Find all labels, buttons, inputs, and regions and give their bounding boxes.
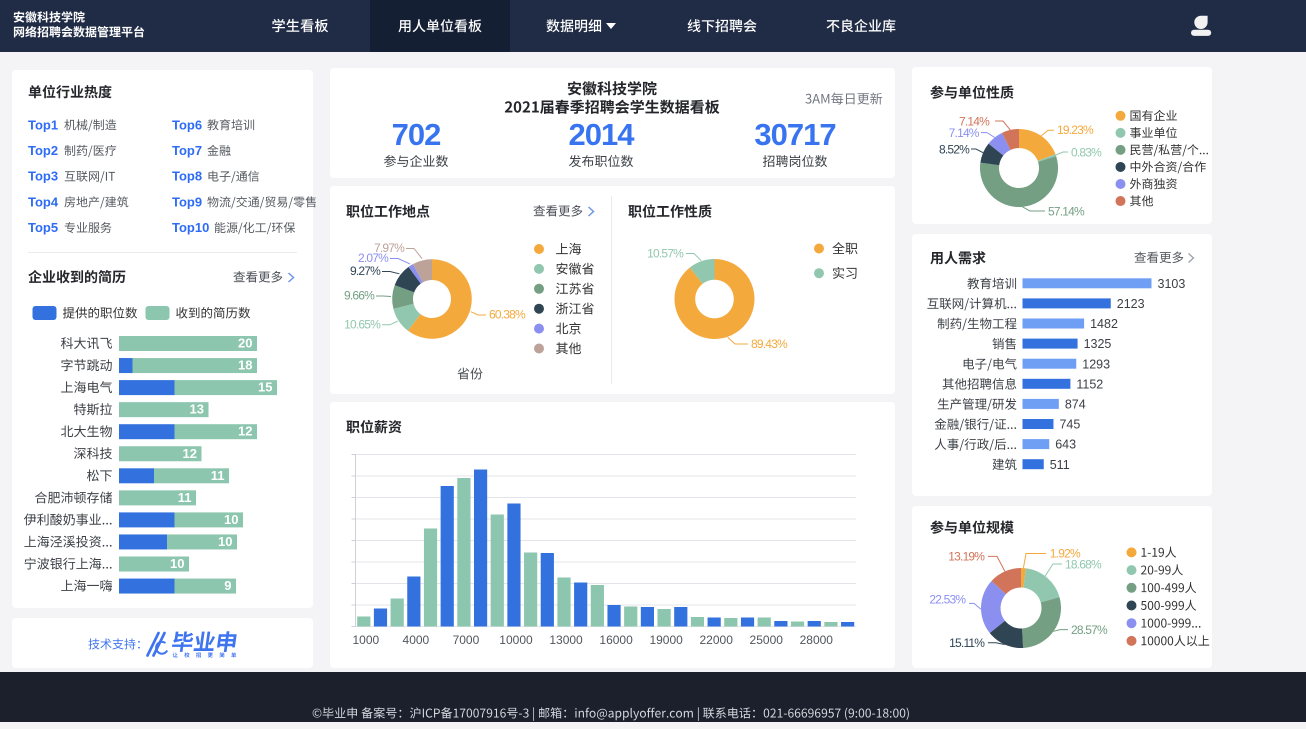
svg-text:1325: 1325 — [1084, 337, 1112, 351]
svg-text:28000: 28000 — [800, 633, 834, 647]
svg-text:19.23%: 19.23% — [1057, 123, 1094, 137]
svg-text:3103: 3103 — [1158, 277, 1186, 291]
svg-text:16000: 16000 — [599, 633, 633, 647]
svg-text:13000: 13000 — [549, 633, 583, 647]
svg-text:0.83%: 0.83% — [1071, 145, 1102, 159]
svg-text:18.68%: 18.68% — [1065, 557, 1102, 571]
svg-text:2123: 2123 — [1117, 297, 1145, 311]
svg-text:11: 11 — [211, 468, 225, 483]
svg-text:22.53%: 22.53% — [929, 592, 966, 606]
svg-text:13: 13 — [190, 402, 204, 417]
svg-text:Top4: Top4 — [28, 194, 59, 209]
svg-text:10.65%: 10.65% — [344, 317, 381, 331]
svg-text:22000: 22000 — [700, 633, 734, 647]
svg-text:1000: 1000 — [352, 633, 379, 647]
svg-text:10.57%: 10.57% — [647, 246, 684, 260]
svg-text:12: 12 — [238, 424, 252, 439]
svg-text:Top2: Top2 — [28, 143, 58, 158]
svg-text:Top7: Top7 — [172, 143, 202, 158]
svg-text:18: 18 — [238, 358, 252, 373]
svg-text:Top10: Top10 — [172, 220, 209, 235]
svg-text:Top1: Top1 — [28, 117, 58, 132]
svg-text:19000: 19000 — [649, 633, 683, 647]
svg-text:874: 874 — [1065, 398, 1086, 412]
svg-text:30717: 30717 — [754, 117, 835, 152]
svg-text:89.43%: 89.43% — [751, 337, 788, 351]
svg-text:13.19%: 13.19% — [948, 550, 985, 564]
svg-text:4000: 4000 — [403, 633, 430, 647]
svg-text:9: 9 — [224, 578, 231, 593]
svg-text:511: 511 — [1050, 458, 1070, 472]
svg-text:7.14%: 7.14% — [959, 114, 990, 128]
svg-text:1152: 1152 — [1076, 377, 1103, 391]
svg-text:20: 20 — [238, 336, 252, 351]
svg-text:Top9: Top9 — [172, 194, 202, 209]
svg-text:9.27%: 9.27% — [350, 264, 381, 278]
svg-text:1482: 1482 — [1090, 317, 1118, 331]
svg-text:Top8: Top8 — [172, 169, 202, 184]
svg-text:1293: 1293 — [1082, 357, 1110, 371]
svg-text:15.11%: 15.11% — [949, 636, 985, 650]
svg-text:643: 643 — [1055, 438, 1076, 452]
svg-text:Top3: Top3 — [28, 169, 58, 184]
svg-text:10000: 10000 — [499, 633, 533, 647]
svg-text:7000: 7000 — [453, 633, 480, 647]
svg-text:Top5: Top5 — [28, 220, 58, 235]
svg-text:11: 11 — [178, 490, 192, 505]
svg-text:60.38%: 60.38% — [489, 307, 526, 321]
svg-text:2014: 2014 — [569, 117, 636, 152]
svg-text:25000: 25000 — [750, 633, 784, 647]
svg-text:15: 15 — [258, 380, 272, 395]
svg-text:7.97%: 7.97% — [374, 241, 405, 255]
svg-text:10: 10 — [170, 556, 184, 571]
svg-text:8.52%: 8.52% — [939, 142, 970, 156]
svg-text:10: 10 — [218, 534, 232, 549]
svg-text:57.14%: 57.14% — [1048, 204, 1085, 218]
svg-text:28.57%: 28.57% — [1071, 623, 1108, 637]
svg-text:745: 745 — [1059, 418, 1080, 432]
svg-text:9.66%: 9.66% — [344, 289, 375, 303]
svg-text:702: 702 — [392, 117, 441, 152]
svg-text:Top6: Top6 — [172, 117, 202, 132]
svg-text:10: 10 — [224, 512, 238, 527]
svg-text:12: 12 — [183, 446, 197, 461]
